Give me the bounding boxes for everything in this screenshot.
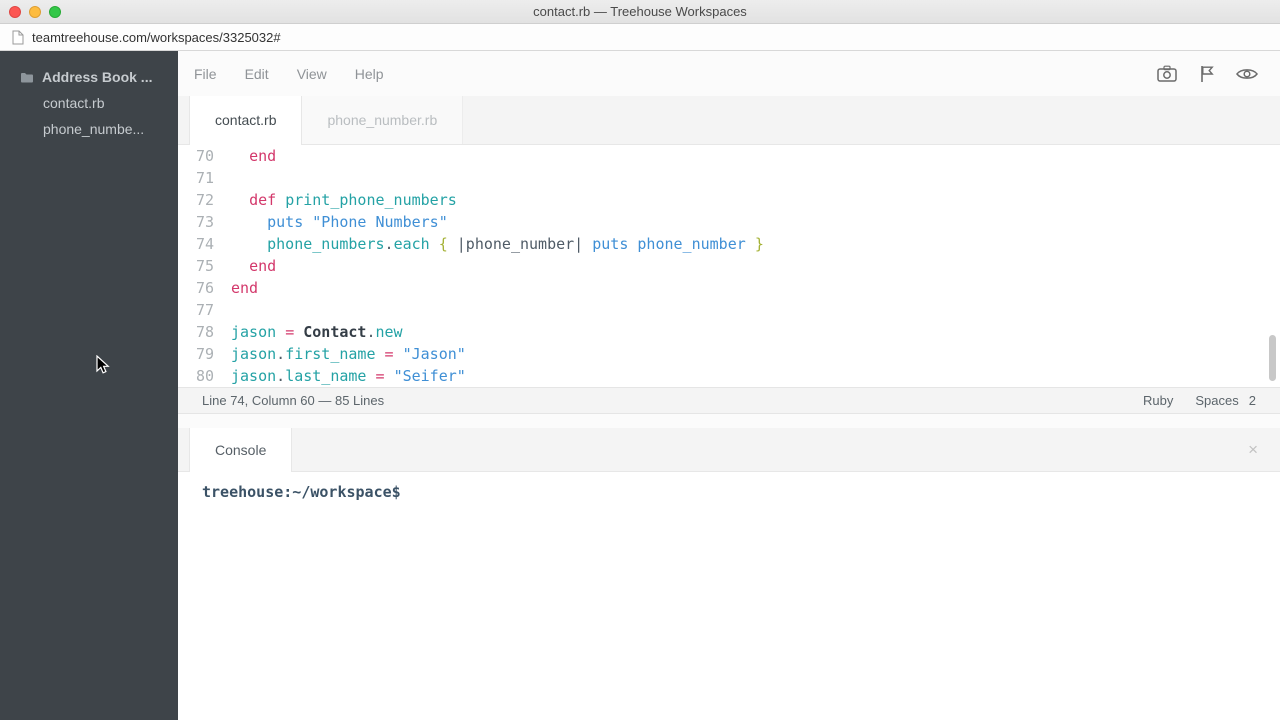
code-text [214,299,231,321]
code-text: jason = Contact.new [214,321,403,343]
sidebar-folder-address-book[interactable]: Address Book ... [0,64,178,90]
zoom-window-button[interactable] [49,6,61,18]
code-text: jason.first_name = "Jason" [214,343,466,365]
cursor-position-text: Line 74, Column 60 — 85 Lines [202,393,384,408]
terminal-prompt: treehouse:~/workspace$ [202,483,401,501]
sidebar-file-phone-number[interactable]: phone_numbe... [0,116,178,142]
eye-icon[interactable] [1236,67,1258,81]
folder-label: Address Book ... [42,69,152,85]
code-line[interactable]: 74 phone_numbers.each { |phone_number| p… [178,233,1280,255]
code-line[interactable]: 70 end [178,145,1280,167]
menu-help[interactable]: Help [355,66,384,82]
line-number: 71 [178,167,214,189]
folder-icon [20,72,34,83]
line-number: 80 [178,365,214,387]
page-icon [12,30,24,45]
minimize-window-button[interactable] [29,6,41,18]
menu-file[interactable]: File [194,66,217,82]
console-terminal[interactable]: treehouse:~/workspace$ [178,472,1280,720]
menu-bar-icons [1157,51,1258,96]
window-titlebar: contact.rb — Treehouse Workspaces [0,0,1280,24]
language-indicator[interactable]: Ruby [1143,393,1173,408]
code-editor[interactable]: 70 end7172 def print_phone_numbers73 put… [178,145,1280,387]
line-number: 75 [178,255,214,277]
line-number: 78 [178,321,214,343]
file-sidebar: Address Book ... contact.rb phone_numbe.… [0,51,178,720]
tab-console[interactable]: Console [189,428,292,472]
line-number: 72 [178,189,214,211]
code-text: puts "Phone Numbers" [214,211,448,233]
code-line[interactable]: 80jason.last_name = "Seifer" [178,365,1280,387]
menu-edit[interactable]: Edit [245,66,269,82]
line-number: 77 [178,299,214,321]
line-number: 73 [178,211,214,233]
code-text: end [214,277,258,299]
window-title: contact.rb — Treehouse Workspaces [0,0,1280,23]
sidebar-file-contact[interactable]: contact.rb [0,90,178,116]
menu-view[interactable]: View [297,66,327,82]
console-panel-header: Console × [178,428,1280,472]
code-text: jason.last_name = "Seifer" [214,365,466,387]
code-line[interactable]: 76end [178,277,1280,299]
mouse-cursor [96,355,110,381]
editor-main: File Edit View Help con [178,51,1280,720]
flag-icon[interactable] [1199,65,1214,83]
spaces-value[interactable]: 2 [1249,393,1256,408]
tab-bar: contact.rb phone_number.rb [178,96,1280,145]
spaces-label[interactable]: Spaces [1195,393,1238,408]
status-right: Ruby Spaces 2 [1143,393,1256,408]
code-line[interactable]: 72 def print_phone_numbers [178,189,1280,211]
editor-lines: 70 end7172 def print_phone_numbers73 put… [178,145,1280,387]
line-number: 74 [178,233,214,255]
code-text: end [214,145,276,167]
code-text: end [214,255,276,277]
code-text: def print_phone_numbers [214,189,457,211]
file-label: phone_numbe... [43,121,144,137]
code-text [214,167,231,189]
traffic-lights [9,6,61,18]
code-text: phone_numbers.each { |phone_number| puts… [214,233,764,255]
editor-scrollbar-thumb[interactable] [1269,335,1276,381]
line-number: 76 [178,277,214,299]
tab-contact-rb[interactable]: contact.rb [189,96,302,145]
code-line[interactable]: 79jason.first_name = "Jason" [178,343,1280,365]
workspace-content: Address Book ... contact.rb phone_numbe.… [0,51,1280,720]
browser-url-bar: teamtreehouse.com/workspaces/3325032# [0,24,1280,51]
menu-bar: File Edit View Help [178,51,1280,96]
close-console-icon[interactable]: × [1248,428,1258,472]
url-text[interactable]: teamtreehouse.com/workspaces/3325032# [32,30,281,45]
close-window-button[interactable] [9,6,21,18]
file-label: contact.rb [43,95,104,111]
tab-phone-number-rb[interactable]: phone_number.rb [302,96,463,145]
line-number: 79 [178,343,214,365]
code-line[interactable]: 71 [178,167,1280,189]
code-line[interactable]: 78jason = Contact.new [178,321,1280,343]
code-line[interactable]: 73 puts "Phone Numbers" [178,211,1280,233]
line-number: 70 [178,145,214,167]
code-line[interactable]: 77 [178,299,1280,321]
editor-status-bar: Line 74, Column 60 — 85 Lines Ruby Space… [178,387,1280,414]
camera-icon[interactable] [1157,65,1177,82]
code-line[interactable]: 75 end [178,255,1280,277]
